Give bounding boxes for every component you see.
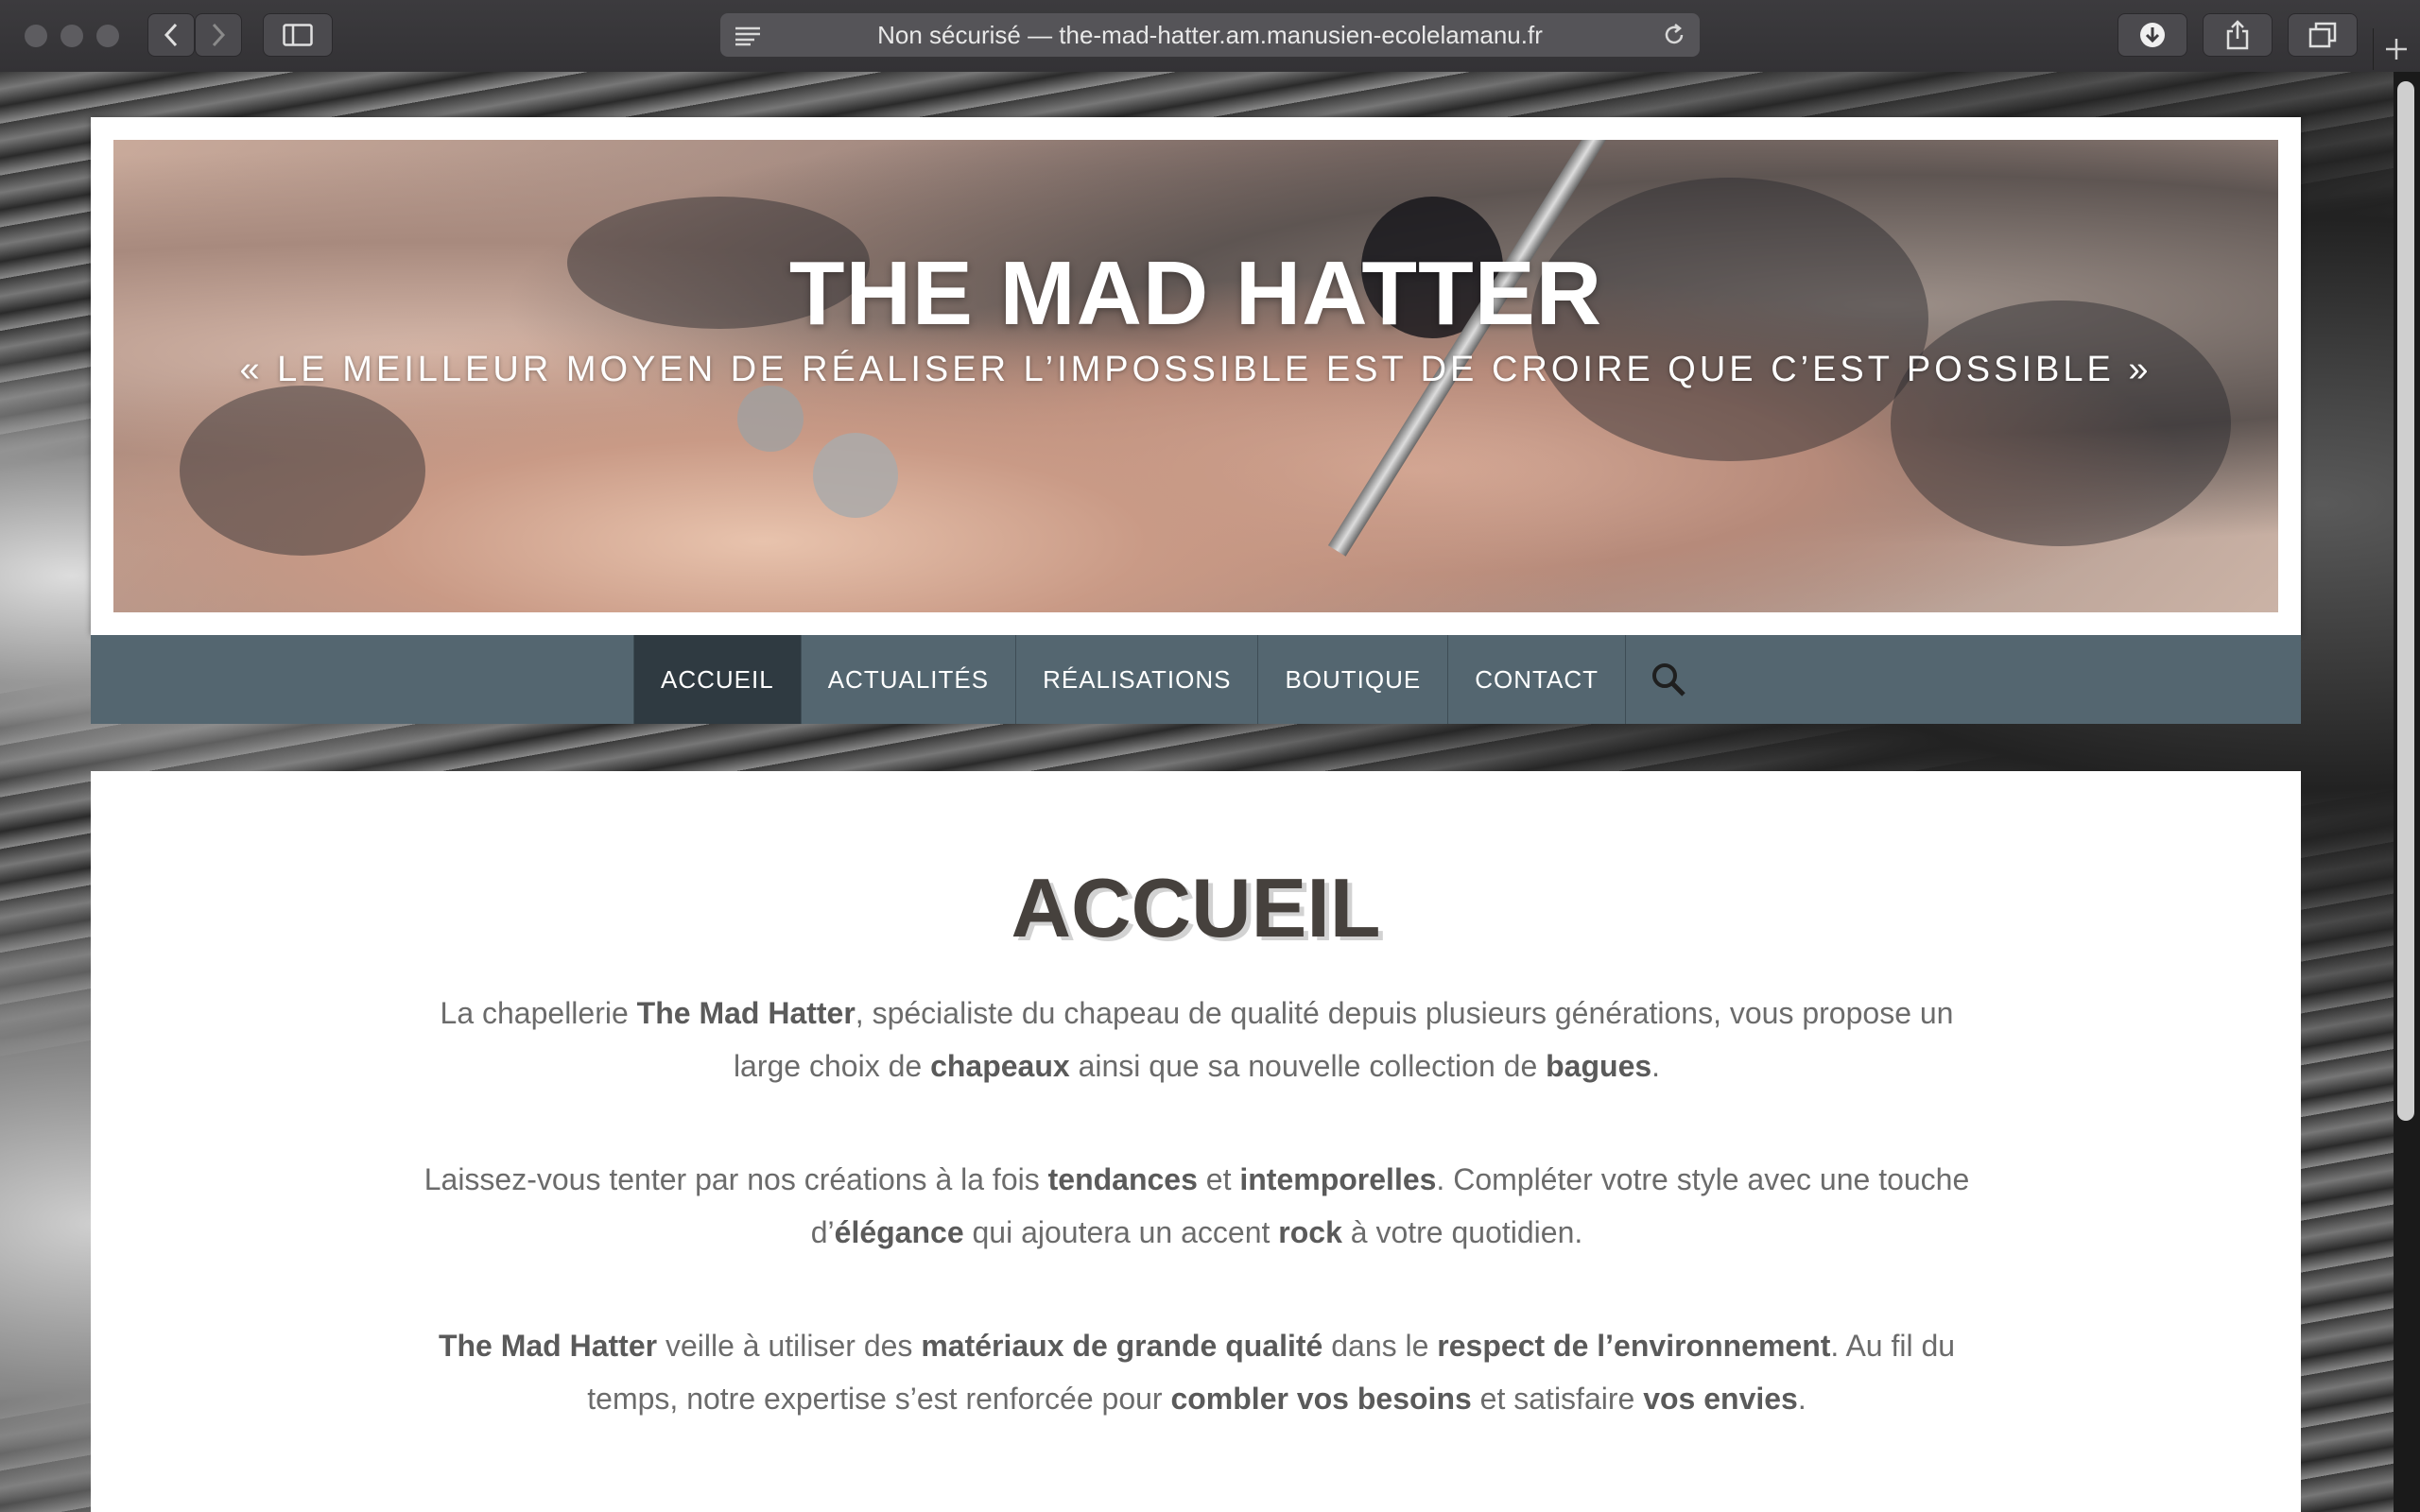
sidebar-toggle-button[interactable] bbox=[263, 13, 333, 57]
zoom-window-button[interactable] bbox=[96, 25, 119, 47]
bold-text: The Mad Hatter bbox=[438, 1329, 658, 1363]
text: . bbox=[1651, 1049, 1661, 1083]
nav-item-accueil[interactable]: ACCUEIL bbox=[633, 635, 801, 724]
bold-text: chapeaux bbox=[930, 1049, 1070, 1083]
download-icon bbox=[2140, 23, 2165, 47]
bold-text: intemporelles bbox=[1239, 1162, 1437, 1196]
nav-item-contact[interactable]: CONTACT bbox=[1447, 635, 1625, 724]
bold-text: bagues bbox=[1546, 1049, 1652, 1083]
back-button[interactable] bbox=[147, 13, 195, 57]
reload-icon[interactable] bbox=[1662, 23, 1686, 54]
text: veille à utiliser des bbox=[657, 1329, 922, 1363]
quality-paragraph: The Mad Hatter veille à utiliser des mat… bbox=[403, 1319, 1991, 1425]
text: ainsi que sa nouvelle collection de bbox=[1069, 1049, 1547, 1083]
style-paragraph: Laissez-vous tenter par nos créations à … bbox=[403, 1153, 1991, 1259]
forward-button[interactable] bbox=[195, 13, 242, 57]
text: et satisfaire bbox=[1471, 1382, 1644, 1416]
plus-icon bbox=[2386, 39, 2407, 60]
reader-view-icon[interactable] bbox=[734, 24, 762, 53]
address-text: Non sécurisé — the-mad-hatter.am.manusie… bbox=[877, 20, 1543, 49]
minimize-window-button[interactable] bbox=[60, 25, 83, 47]
sidebar-icon bbox=[283, 24, 313, 46]
close-window-button[interactable] bbox=[25, 25, 47, 47]
text: à votre quotidien. bbox=[1341, 1215, 1583, 1249]
text: dans le bbox=[1322, 1329, 1438, 1363]
scrollbar-thumb[interactable] bbox=[2397, 81, 2414, 1121]
bold-text: tendances bbox=[1047, 1162, 1198, 1196]
text: Laissez-vous tenter par nos créations à … bbox=[424, 1162, 1048, 1196]
main-navigation: ACCUEIL ACTUALITÉS RÉALISATIONS BOUTIQUE… bbox=[91, 635, 2301, 724]
site-header: THE MAD HATTER « LE MEILLEUR MOYEN DE RÉ… bbox=[91, 117, 2301, 635]
text: La chapellerie bbox=[440, 996, 637, 1030]
bold-text: élégance bbox=[834, 1215, 964, 1249]
header-image: THE MAD HATTER « LE MEILLEUR MOYEN DE RÉ… bbox=[113, 140, 2278, 612]
chevron-right-icon bbox=[212, 23, 226, 47]
text: . bbox=[1797, 1382, 1806, 1416]
new-tab-button[interactable] bbox=[2373, 28, 2419, 70]
share-button[interactable] bbox=[2203, 13, 2273, 57]
bold-text: The Mad Hatter bbox=[636, 996, 856, 1030]
share-icon bbox=[2226, 20, 2249, 50]
search-button[interactable] bbox=[1624, 635, 1711, 724]
page-title: ACCUEIL bbox=[1011, 861, 1381, 954]
search-icon bbox=[1651, 663, 1685, 696]
bold-text: matériaux de grande qualité bbox=[921, 1329, 1323, 1363]
text: qui ajoutera un accent bbox=[963, 1215, 1279, 1249]
bold-text: combler vos besoins bbox=[1170, 1382, 1472, 1416]
nav-item-actualites[interactable]: ACTUALITÉS bbox=[800, 635, 1015, 724]
nav-item-boutique[interactable]: BOUTIQUE bbox=[1257, 635, 1447, 724]
text: et bbox=[1197, 1162, 1240, 1196]
site-title[interactable]: THE MAD HATTER bbox=[113, 242, 2278, 346]
main-content: ACCUEIL La chapellerie The Mad Hatter, s… bbox=[91, 771, 2301, 1512]
bold-text: rock bbox=[1278, 1215, 1342, 1249]
downloads-button[interactable] bbox=[2118, 13, 2187, 57]
tabs-overview-button[interactable] bbox=[2288, 13, 2358, 57]
chevron-left-icon bbox=[164, 23, 178, 47]
bold-text: vos envies bbox=[1643, 1382, 1798, 1416]
bold-text: respect de l’environnement bbox=[1437, 1329, 1831, 1363]
site-tagline: « LE MEILLEUR MOYEN DE RÉALISER L’IMPOSS… bbox=[239, 350, 2152, 389]
tabs-icon bbox=[2308, 22, 2337, 48]
intro-paragraph: La chapellerie The Mad Hatter, spécialis… bbox=[403, 987, 1991, 1092]
nav-item-realisations[interactable]: RÉALISATIONS bbox=[1015, 635, 1257, 724]
address-bar[interactable]: Non sécurisé — the-mad-hatter.am.manusie… bbox=[720, 13, 1700, 57]
browser-toolbar: Non sécurisé — the-mad-hatter.am.manusie… bbox=[0, 0, 2420, 73]
